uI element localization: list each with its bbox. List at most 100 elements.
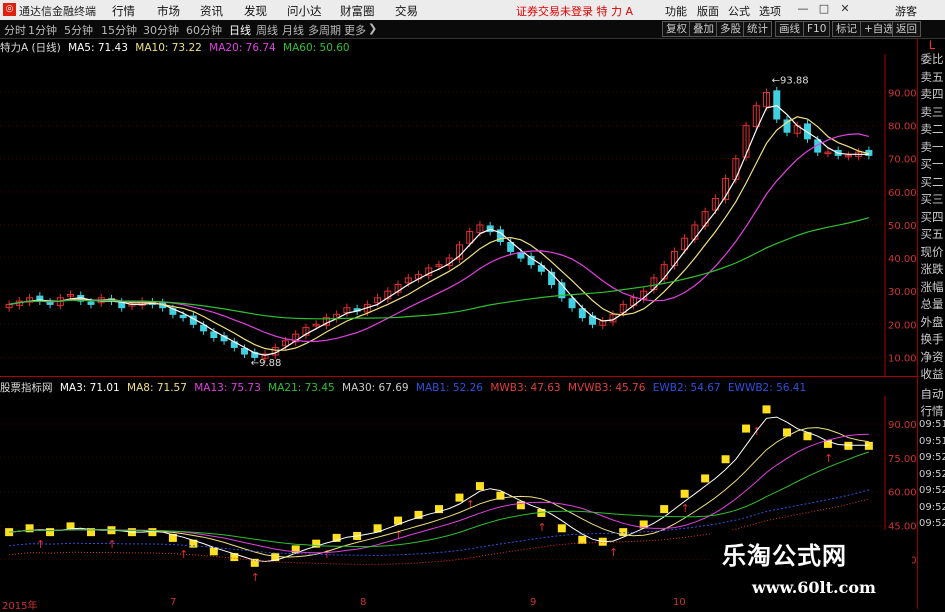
signal-block xyxy=(578,535,587,544)
menu-news[interactable]: 资讯 xyxy=(200,3,223,19)
price-axis-label: 30.00 xyxy=(888,287,917,298)
menu-trade[interactable]: 交易 xyxy=(395,3,418,19)
x-label-sep: 9 xyxy=(530,597,537,608)
period-15min[interactable]: 15分钟 xyxy=(101,22,137,38)
ma10-line xyxy=(9,116,870,351)
menu-discover[interactable]: 发现 xyxy=(244,3,267,19)
period-30min[interactable]: 30分钟 xyxy=(143,22,179,38)
signal-arrow: ↑ xyxy=(36,538,45,551)
period-5min[interactable]: 5分钟 xyxy=(64,22,93,38)
ma5-line xyxy=(9,105,869,356)
candle-body xyxy=(241,347,249,355)
guest-button[interactable]: 游客 xyxy=(895,3,917,19)
menu-ask[interactable]: 问小达 xyxy=(287,3,322,19)
stats-button[interactable]: 统计 xyxy=(743,21,772,37)
overlay-button[interactable]: 叠加 xyxy=(689,21,718,37)
period-1min[interactable]: 1分钟 xyxy=(28,22,57,38)
right-panel-border xyxy=(917,38,918,609)
ma60-value: MA60: 50.60 xyxy=(283,42,350,54)
minimize-icon[interactable]: — xyxy=(796,2,810,16)
app-logo-icon: ◎ xyxy=(3,3,16,16)
period-60min[interactable]: 60分钟 xyxy=(186,22,222,38)
close-icon[interactable]: ✕ xyxy=(838,2,852,16)
adjust-button[interactable]: 复权 xyxy=(662,21,691,37)
candle-body xyxy=(773,90,781,120)
multi-stock-button[interactable]: 多股 xyxy=(716,21,745,37)
mark-button[interactable]: 标记 xyxy=(832,21,861,37)
candle-body xyxy=(568,298,576,309)
period-more[interactable]: 更多 xyxy=(344,22,366,38)
layout-button[interactable]: 版面 xyxy=(697,3,719,19)
signal-block xyxy=(844,441,853,450)
x-label-oct: 10 xyxy=(673,597,686,608)
signal-block xyxy=(25,524,34,533)
high-annotation: ←93.88 xyxy=(772,76,809,87)
signal-block xyxy=(721,455,730,464)
period-monthly[interactable]: 月线 xyxy=(282,22,304,38)
more-arrow-icon[interactable]: ❯ xyxy=(368,22,377,35)
quote-label-6: 买一 xyxy=(920,157,944,171)
menu-market[interactable]: 市场 xyxy=(157,3,180,19)
quote-label-1: 卖五 xyxy=(920,69,944,84)
panel-toggle-label[interactable]: L xyxy=(919,38,945,52)
price-axis-label: 90.00 xyxy=(888,88,917,99)
quote-label-9: 买四 xyxy=(920,209,944,224)
signal-arrow: ↑ xyxy=(609,546,618,559)
signal-arrow: ↑ xyxy=(537,521,546,534)
signal-block xyxy=(660,505,669,514)
price-axis-label: 10.00 xyxy=(888,353,917,364)
ma13-value: MA13: 75.73 xyxy=(194,382,261,394)
tick-label-6: 09:52 xyxy=(919,485,945,496)
menu-quotes[interactable]: 行情 xyxy=(112,3,135,19)
formula-button[interactable]: 公式 xyxy=(728,3,750,19)
maximize-icon[interactable]: □ xyxy=(817,2,831,16)
sub-chart-header: 股票指标网 MA3: 71.01 MA8: 71.57 MA13: 75.73 … xyxy=(0,380,810,394)
signal-block xyxy=(680,489,689,498)
app-title: 通达信金融终端 xyxy=(19,5,96,18)
price-axis-label: 60.00 xyxy=(888,188,917,199)
tick-label-5: 09:52 xyxy=(919,468,945,480)
quote-label-7: 买二 xyxy=(920,174,944,189)
quote-label-0: 委比 xyxy=(920,52,944,66)
quote-label-4: 卖二 xyxy=(920,122,944,136)
signal-block xyxy=(475,482,484,491)
sub-axis-label: 75.00 xyxy=(888,454,917,465)
tick-label-4: 09:52 xyxy=(919,452,945,463)
options-button[interactable]: 选项 xyxy=(759,3,781,19)
sub-axis-label: 60.00 xyxy=(888,488,917,499)
menu-wealth[interactable]: 财富圈 xyxy=(340,3,375,19)
period-daily[interactable]: 日线 xyxy=(229,22,251,38)
price-axis-label: 50.00 xyxy=(888,221,917,232)
signal-block xyxy=(46,528,55,537)
signal-arrow: ↑ xyxy=(824,452,833,465)
signal-arrow: ↑ xyxy=(251,571,260,584)
function-button[interactable]: 功能 xyxy=(665,3,687,19)
x-label-jul: 7 xyxy=(170,597,177,608)
ma8-value: MA8: 71.57 xyxy=(127,382,187,394)
period-multi[interactable]: 多周期 xyxy=(308,22,341,38)
quote-label-5: 卖一 xyxy=(920,139,944,154)
price-axis-label: 80.00 xyxy=(888,122,917,133)
main-kline-chart[interactable]: 90.00 80.00 70.00 60.00 50.00 40.00 30.00 20.00… xyxy=(0,54,918,376)
x-label-2015: 2015年 xyxy=(2,601,38,612)
quote-label-10: 买五 xyxy=(920,227,944,241)
tick-label-3: 09:51 xyxy=(919,435,945,447)
candle-body xyxy=(87,301,95,305)
panel-divider xyxy=(0,376,919,377)
period-weekly[interactable]: 周线 xyxy=(256,22,278,38)
price-axis-label: 40.00 xyxy=(888,254,917,265)
draw-button[interactable]: 画线 xyxy=(775,21,804,37)
back-button[interactable]: 返回 xyxy=(892,21,921,37)
mvwb3-value: MVWB3: 45.76 xyxy=(567,382,646,394)
ma20-line xyxy=(9,133,870,342)
ma20-value: MA20: 76.74 xyxy=(209,42,276,54)
price-axis-label: 70.00 xyxy=(888,155,917,166)
watermark-title: 乐淘公式网 xyxy=(722,541,847,570)
tick-label-8: 09:52 xyxy=(919,518,945,529)
period-intraday[interactable]: 分时 xyxy=(4,22,26,38)
f10-button[interactable]: F10 xyxy=(803,21,831,37)
candle-body xyxy=(210,331,218,339)
login-status: 证券交易未登录 特 力 A xyxy=(516,5,634,18)
period-toolbar: 分时 1分钟 5分钟 15分钟 30分钟 60分钟 日线 周线 月线 多周期 更… xyxy=(0,20,945,39)
candle-body xyxy=(179,314,187,319)
